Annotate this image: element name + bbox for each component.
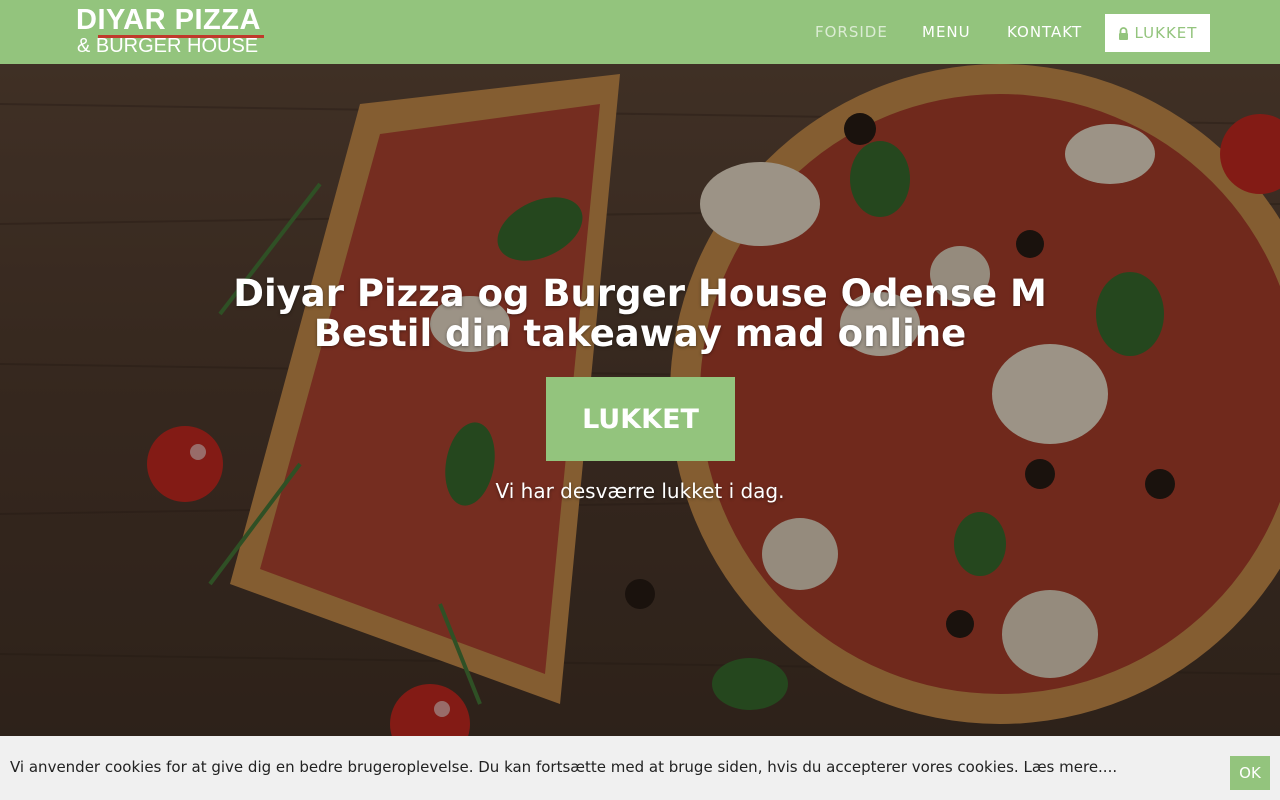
top-navbar: DIYAR PIZZA & BURGER HOUSE FORSIDE MENU … [0,0,1280,64]
cookie-message: Vi anvender cookies for at give dig en b… [10,756,1117,778]
closed-status-label: LUKKET [1134,24,1198,42]
brand-logo[interactable]: DIYAR PIZZA & BURGER HOUSE [76,4,268,58]
hero-title: Diyar Pizza og Burger House Odense M Bes… [140,274,1140,354]
hero-section: Diyar Pizza og Burger House Odense M Bes… [0,64,1280,736]
closed-today-message: Vi har desværre lukket i dag. [495,479,785,503]
hero-title-line1: Diyar Pizza og Burger House Odense M [233,272,1047,315]
order-closed-button[interactable]: LUKKET [546,377,735,461]
cookie-consent-bar: Vi anvender cookies for at give dig en b… [0,736,1280,800]
closed-status-button[interactable]: LUKKET [1105,14,1210,52]
nav-item-forside[interactable]: FORSIDE [815,0,888,64]
cookie-read-more-link[interactable]: Læs mere.... [1023,758,1117,776]
logo-line1: DIYAR PIZZA [76,4,261,36]
cookie-text: Vi anvender cookies for at give dig en b… [10,758,1019,776]
hero-title-line2: Bestil din takeaway mad online [313,312,967,355]
nav-item-kontakt[interactable]: KONTAKT [1007,0,1082,64]
cookie-ok-button[interactable]: OK [1230,756,1270,790]
lock-icon [1118,26,1128,40]
nav-item-menu[interactable]: MENU [922,0,971,64]
logo-line2: & BURGER HOUSE [77,35,259,57]
